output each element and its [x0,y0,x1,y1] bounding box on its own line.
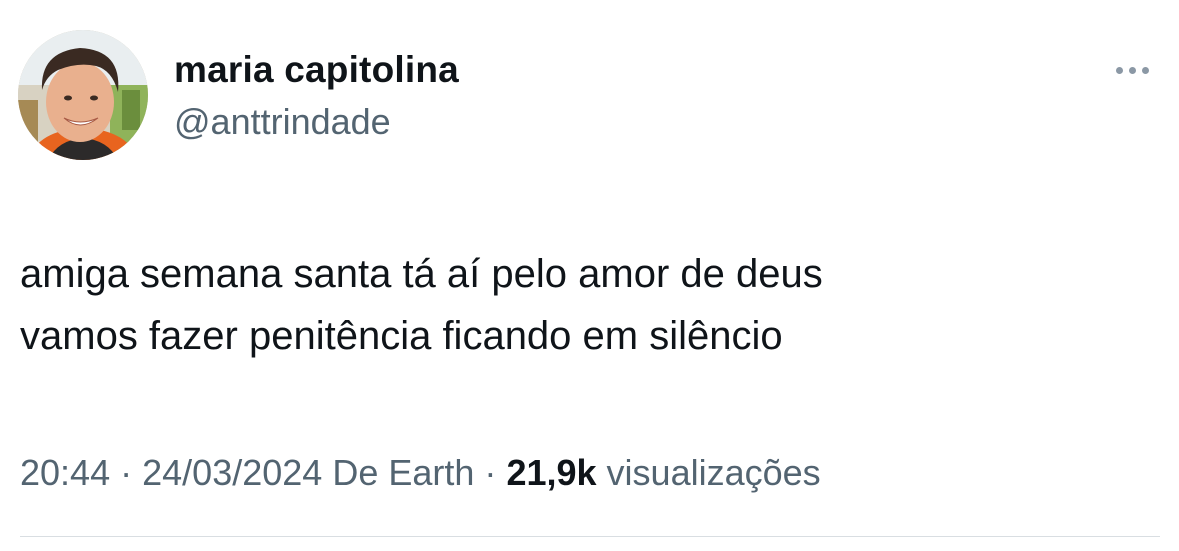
divider [20,536,1160,537]
tweet-text: amiga semana santa tá aí pelo amor de de… [20,243,1150,367]
views-label[interactable]: visualizações [607,452,821,493]
more-horizontal-icon-dot [1128,66,1136,74]
tweet-time[interactable]: 20:44 [20,452,110,493]
more-horizontal-icon [1115,66,1123,74]
tweet-source: De Earth [332,452,475,493]
author-display-name[interactable]: maria capitolina [174,48,459,92]
avatar-image [18,30,148,160]
views-count[interactable]: 21,9k [506,452,596,493]
author-handle[interactable]: @anttrindade [174,100,391,144]
tweet-text-line: vamos fazer penitência ficando em silênc… [20,314,783,358]
more-options-button[interactable] [1100,50,1164,90]
tweet-meta: 20:44 · 24/03/2024 De Earth · 21,9k visu… [20,451,821,495]
more-horizontal-icon-dot [1141,66,1149,74]
tweet-text-line: amiga semana santa tá aí pelo amor de de… [20,252,823,296]
tweet: maria capitolina @anttrindade amiga sema… [0,0,1179,551]
avatar[interactable] [18,30,148,160]
tweet-date[interactable]: 24/03/2024 [142,452,322,493]
meta-separator: · [120,452,133,493]
meta-separator: · [484,452,497,493]
